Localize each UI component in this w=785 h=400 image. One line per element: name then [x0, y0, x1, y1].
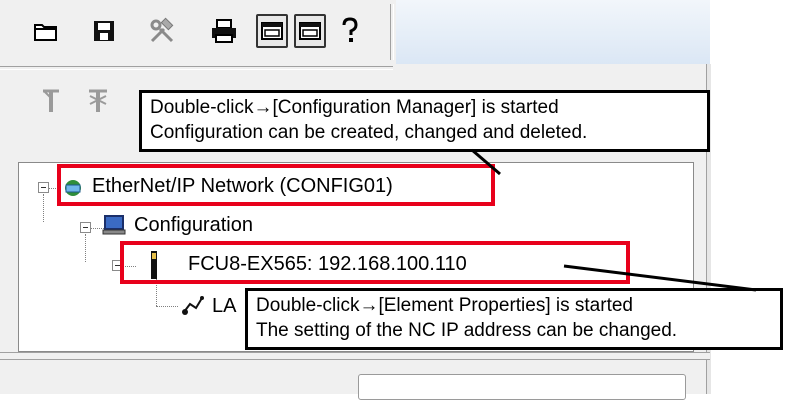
toolbar-divider [0, 66, 393, 70]
window-alt-icon [299, 22, 321, 40]
tools-button[interactable] [146, 14, 178, 48]
save-icon [94, 21, 114, 41]
save-button[interactable] [88, 14, 120, 48]
window-alt-button[interactable] [294, 14, 326, 48]
callout-network: Double-click→[Configuration Manager] is … [139, 90, 710, 152]
connect-button[interactable] [40, 88, 62, 119]
antenna-icon [43, 89, 59, 112]
bottom-dropdown[interactable] [358, 374, 686, 400]
callout-device-line2: The setting of the NC IP address can be … [256, 320, 678, 341]
toolbar-separator [390, 4, 394, 60]
tree-node-lan[interactable]: LA [212, 295, 236, 318]
tree-node-configuration[interactable]: Configuration [134, 214, 253, 237]
printer-icon [212, 19, 236, 43]
window-icon [261, 22, 283, 40]
window-button[interactable] [256, 14, 288, 48]
callout-device-line1: Double-click→[Element Properties] is sta… [256, 295, 633, 316]
tree-line [156, 306, 178, 307]
help-button[interactable] [334, 14, 366, 48]
callout-device-pointer [563, 264, 757, 292]
antenna-disabled-icon [89, 89, 107, 112]
print-button[interactable] [208, 14, 240, 48]
lan-icon [182, 296, 204, 315]
splitter[interactable] [0, 352, 710, 360]
toolbar-band [396, 0, 710, 64]
open-button[interactable] [30, 14, 62, 48]
computer-icon [102, 215, 126, 235]
highlight-device [120, 241, 630, 284]
callout-device: Double-click→[Element Properties] is sta… [245, 288, 783, 350]
highlight-network [57, 164, 495, 206]
folder-open-icon [34, 24, 57, 41]
callout-network-line2: Configuration can be created, changed an… [150, 122, 588, 143]
callout-network-line1: Double-click→[Configuration Manager] is … [150, 97, 559, 118]
tree-line [85, 234, 86, 262]
expand-toggle[interactable] [38, 182, 49, 193]
expand-toggle[interactable] [80, 222, 91, 233]
main-toolbar [0, 0, 710, 64]
tools-icon [150, 17, 174, 43]
callout-network-pointer [471, 148, 501, 176]
tree-line [43, 194, 44, 222]
help-icon [342, 17, 358, 42]
disconnect-button[interactable] [86, 88, 110, 119]
